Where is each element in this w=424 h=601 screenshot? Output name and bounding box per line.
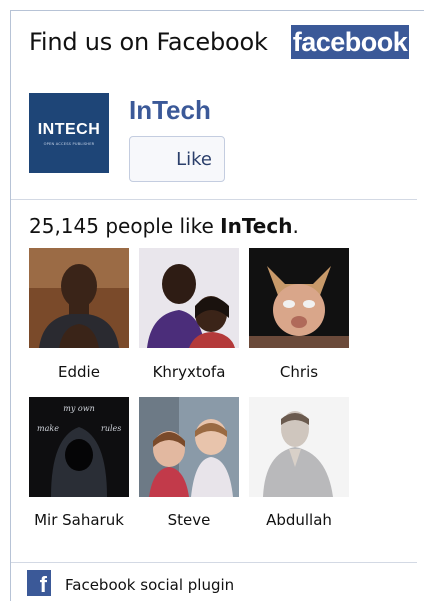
facebook-f-icon[interactable]: f — [27, 570, 51, 596]
fan-avatar-mir-saharuk[interactable]: my own make rules — [29, 397, 129, 497]
fan-name[interactable]: Abdullah — [239, 511, 359, 529]
fan-name[interactable]: Eddie — [19, 363, 139, 381]
social-plugin-link[interactable]: Facebook social plugin — [65, 576, 234, 594]
fan-avatar-chris[interactable] — [249, 248, 349, 348]
photo-caption: my own — [63, 404, 94, 413]
fan-name[interactable]: Chris — [239, 363, 359, 381]
page-name-link[interactable]: InTech — [129, 95, 211, 126]
likes-count-text: 25,145 people like InTech. — [29, 214, 299, 238]
fan-avatar-abdullah[interactable] — [249, 397, 349, 497]
logo-subtext: OPEN ACCESS PUBLISHER — [43, 142, 95, 146]
like-button-label: Like — [176, 149, 212, 170]
likes-count: 25,145 — [29, 214, 99, 238]
fan-avatar-eddie[interactable] — [29, 248, 129, 348]
fan-avatar-khryxtofa[interactable] — [139, 248, 239, 348]
fan-avatar-steve[interactable] — [139, 397, 239, 497]
fan-name[interactable]: Steve — [129, 511, 249, 529]
widget-title: Find us on Facebook — [29, 28, 268, 56]
divider — [11, 199, 417, 200]
facebook-like-box: Find us on Facebook facebook INTECH OPEN… — [10, 10, 424, 601]
divider — [11, 562, 417, 563]
logo-text: INTECH — [37, 121, 101, 138]
photo-caption: make — [37, 424, 59, 433]
intech-page-logo[interactable]: INTECH OPEN ACCESS PUBLISHER — [29, 93, 109, 173]
fan-name[interactable]: Khryxtofa — [129, 363, 249, 381]
like-button[interactable]: Like — [129, 136, 225, 182]
fan-name[interactable]: Mir Saharuk — [19, 511, 139, 529]
likes-page-name[interactable]: InTech — [220, 214, 292, 238]
facebook-logo[interactable]: facebook — [291, 25, 409, 59]
photo-caption: rules — [101, 424, 121, 433]
